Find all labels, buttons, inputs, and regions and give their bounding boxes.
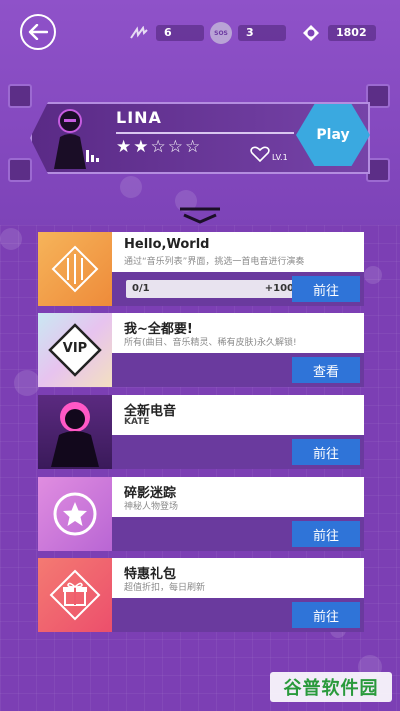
vip-label: VIP — [62, 341, 88, 356]
sos-value: 3 — [238, 25, 286, 41]
corner-decoration — [8, 84, 32, 108]
kate-character-icon — [51, 402, 99, 467]
card-description: 通过“音乐列表”界面，挑选一首电音进行演奏 — [124, 257, 305, 267]
heart-icon — [250, 146, 270, 162]
mission-card-mystery[interactable]: 碎影迷踪 神秘人物登场 前往 — [38, 477, 364, 551]
go-button[interactable]: 前往 — [292, 439, 360, 465]
corner-decoration — [8, 158, 32, 182]
energy-icon — [128, 22, 150, 44]
arrow-left-icon — [28, 24, 48, 40]
mission-card-hello-world[interactable]: Hello,World 通过“音乐列表”界面，挑选一首电音进行演奏 0/1 +1… — [38, 232, 364, 306]
card-description: 神秘人物登场 — [124, 502, 179, 512]
card-thumbnail — [38, 232, 112, 306]
go-button[interactable]: 前往 — [292, 602, 360, 628]
chevron-down-icon[interactable] — [178, 206, 222, 228]
headphone-coin-icon — [300, 22, 322, 44]
gift-icon — [49, 569, 101, 621]
energy-value: 6 — [156, 25, 204, 41]
sos-icon: SOS — [210, 22, 232, 44]
star-emblem-icon — [53, 492, 97, 536]
card-thumbnail — [38, 558, 112, 632]
card-thumbnail: VIP — [38, 313, 112, 387]
audio-bars-icon — [86, 150, 99, 162]
name-underline — [116, 132, 294, 134]
skull-decoration — [0, 228, 22, 250]
energy-stat: 6 — [128, 22, 204, 44]
go-button[interactable]: 前往 — [292, 276, 360, 302]
sos-stat: SOS 3 — [210, 22, 286, 44]
card-thumbnail — [38, 395, 112, 469]
skull-decoration — [364, 266, 382, 284]
view-button[interactable]: 查看 — [292, 357, 360, 383]
go-button[interactable]: 前往 — [292, 521, 360, 547]
watermark-logo: 谷普软件园 — [270, 672, 392, 702]
character-level: LV.1 — [250, 146, 288, 162]
coins-value: 1802 — [328, 25, 376, 41]
mission-progress: 0/1 +100 — [126, 280, 312, 298]
mission-card-gift-pack[interactable]: 特惠礼包 超值折扣，每日刷新 前往 — [38, 558, 364, 632]
music-list-icon — [51, 245, 99, 293]
mission-card-vip[interactable]: VIP 我~全都要! 所有(曲目、音乐精灵、稀有皮肤)永久解锁! 查看 — [38, 313, 364, 387]
mission-card-new-music[interactable]: 全新电音 KATE 前往 — [38, 395, 364, 469]
star-rating: ★★☆☆☆ — [116, 137, 203, 157]
reward-amount: +100 — [264, 283, 294, 294]
card-description: KATE — [124, 417, 150, 427]
card-thumbnail — [38, 477, 112, 551]
character-name: LINA — [116, 108, 162, 127]
skull-decoration — [14, 370, 40, 396]
level-label: LV.1 — [272, 153, 288, 162]
skull-decoration — [120, 176, 142, 198]
back-button[interactable] — [20, 14, 56, 50]
card-title: Hello,World — [124, 237, 210, 252]
card-description: 所有(曲目、音乐精灵、稀有皮肤)永久解锁! — [124, 338, 297, 348]
progress-count: 0/1 — [132, 283, 150, 294]
coins-stat: 1802 — [300, 22, 376, 44]
card-description: 超值折扣，每日刷新 — [124, 583, 206, 593]
